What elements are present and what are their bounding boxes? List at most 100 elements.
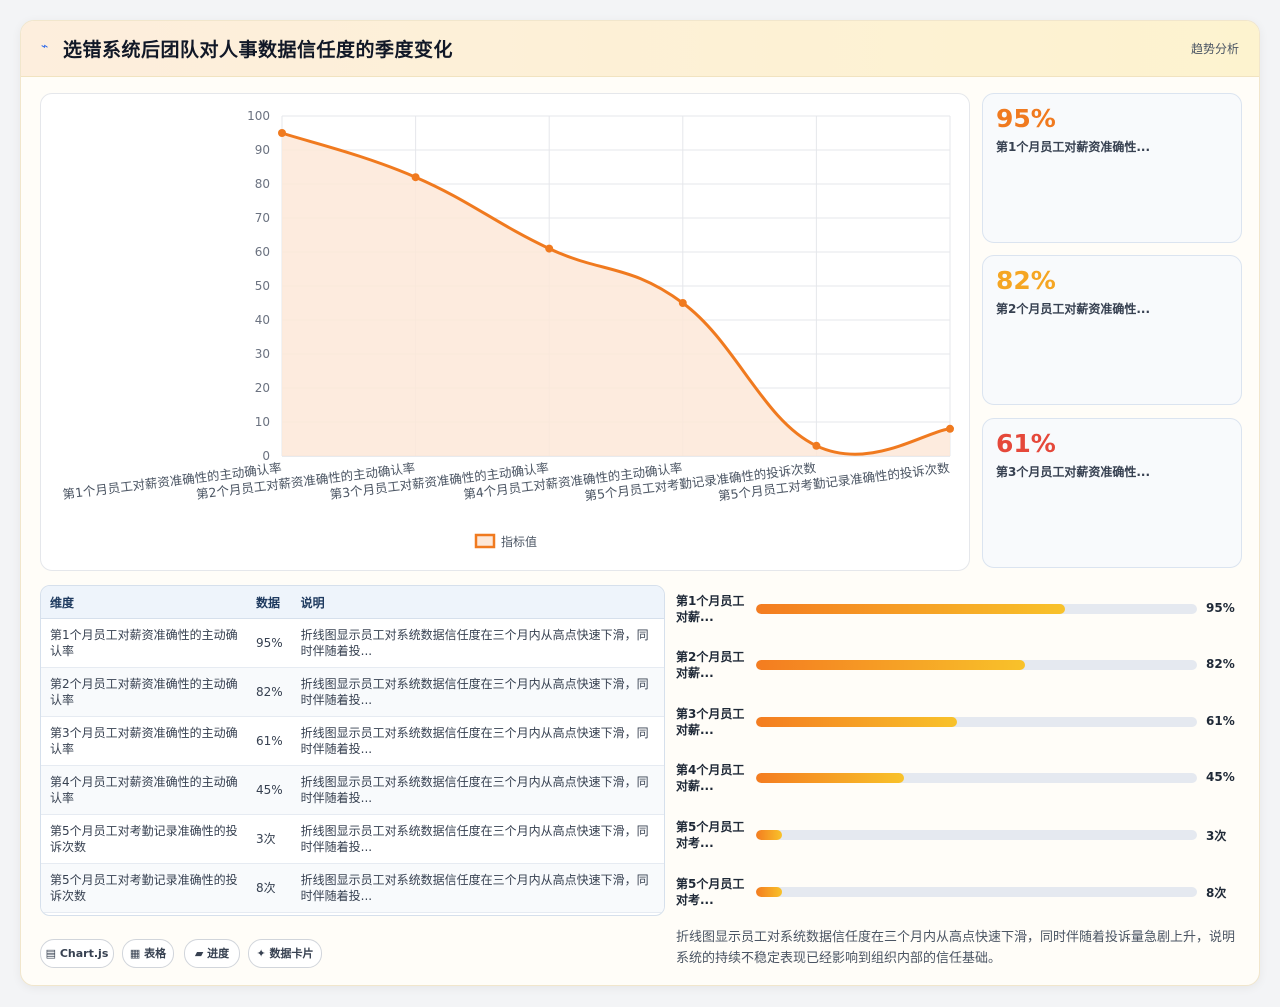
chip-label: Chart.js: [59, 947, 109, 960]
y-tick-label: 70: [255, 211, 270, 225]
table-row: 第1个月员工对薪资准确性的主动确认率 95% 折线图显示员工对系统数据信任度在三…: [41, 618, 664, 668]
legend-swatch: [474, 533, 496, 549]
y-tick-label: 30: [255, 347, 270, 361]
progress-row: 第2个月员工对薪... 82%: [676, 649, 1246, 689]
progress-track: [756, 717, 1197, 727]
row-value: 45%: [247, 765, 292, 815]
progress-label: 第1个月员工对薪...: [676, 594, 745, 624]
chip-label: 表格: [144, 947, 167, 960]
line-chart: 0102030405060708090100第1个月员工对薪资准确性的主动确认率…: [62, 109, 954, 549]
legend-label: 指标值: [501, 534, 537, 549]
row-dimension: 第1个月员工对薪资准确性的主动确认率: [41, 618, 247, 668]
progress-value: 3次: [1206, 829, 1227, 843]
progress-icon: ▰: [194, 947, 208, 960]
data-point: [411, 173, 420, 182]
row-value: 61%: [247, 716, 292, 766]
stat-card-1: 95% 第1个月员工对薪资准确性...: [982, 93, 1242, 243]
page-title: 选错系统后团队对人事数据信任度的季度变化: [63, 39, 454, 61]
progress-row: 第5个月员工对考... 8次: [676, 876, 1246, 916]
y-tick-label: 90: [255, 143, 270, 157]
row-description: 折线图显示员工对系统数据信任度在三个月内从高点快速下滑，同时伴随着投...: [291, 765, 664, 815]
row-value: 95%: [247, 618, 292, 668]
progress-label: 第3个月员工对薪...: [676, 707, 745, 737]
progress-fill: [756, 660, 1025, 670]
progress-fill: [756, 773, 904, 783]
table-row: 第4个月员工对薪资准确性的主动确认率 45% 折线图显示员工对系统数据信任度在三…: [41, 765, 664, 815]
progress-track: [756, 604, 1197, 614]
column-header-dimension[interactable]: 维度: [41, 586, 247, 619]
y-tick-label: 40: [255, 313, 270, 327]
stat-value: 82%: [996, 266, 1056, 295]
row-dimension: 第3个月员工对薪资准确性的主动确认率: [41, 716, 247, 766]
stat-label: 第1个月员工对薪资准确性...: [996, 140, 1151, 154]
table-row: 第5个月员工对考勤记录准确性的投诉次数 8次 折线图显示员工对系统数据信任度在三…: [41, 863, 664, 913]
y-tick-label: 60: [255, 245, 270, 259]
table-row: 第5个月员工对考勤记录准确性的投诉次数 3次 折线图显示员工对系统数据信任度在三…: [41, 814, 664, 864]
progress-row: 第5个月员工对考... 3次: [676, 819, 1246, 859]
table-header-row: 维度 数据 说明: [41, 586, 664, 619]
row-description: 折线图显示员工对系统数据信任度在三个月内从高点快速下滑，同时伴随着投...: [291, 863, 664, 913]
row-description: 折线图显示员工对系统数据信任度在三个月内从高点快速下滑，同时伴随着投...: [291, 716, 664, 766]
y-tick-label: 20: [255, 381, 270, 395]
progress-value: 45%: [1206, 770, 1235, 784]
data-point: [812, 441, 821, 450]
dashboard-card: ⌁ 选错系统后团队对人事数据信任度的季度变化 趋势分析 0 10 20 30 40 50 6…: [20, 20, 1260, 986]
progress-value: 95%: [1206, 601, 1235, 615]
y-tick-label: 100: [247, 109, 270, 123]
header-bar: ⌁ 选错系统后团队对人事数据信任度的季度变化 趋势分析: [21, 21, 1259, 77]
progress-fill: [756, 887, 783, 897]
progress-row: 第1个月员工对薪... 95%: [676, 593, 1246, 633]
line-chart-panel: 0 10 20 30 40 50 60 70 80 90 100 第1个月员工对薪资准确性的主动确认率…: [40, 93, 970, 571]
row-value: 3次: [247, 814, 292, 864]
progress-value: 61%: [1206, 714, 1235, 728]
stat-value: 61%: [996, 429, 1056, 458]
chart-icon: ▤: [45, 947, 60, 960]
row-description: 折线图显示员工对系统数据信任度在三个月内从高点快速下滑，同时伴随着投...: [291, 667, 664, 717]
progress-value: 8次: [1206, 886, 1227, 900]
chip-progress[interactable]: ▰ 进度: [184, 939, 240, 968]
row-description: 折线图显示员工对系统数据信任度在三个月内从高点快速下滑，同时伴随着投...: [291, 814, 664, 864]
progress-label: 第4个月员工对薪...: [676, 763, 745, 793]
column-header-description[interactable]: 说明: [291, 586, 664, 619]
progress-row: 第4个月员工对薪... 45%: [676, 762, 1246, 802]
table-row: 第2个月员工对薪资准确性的主动确认率 82% 折线图显示员工对系统数据信任度在三…: [41, 667, 664, 717]
stat-value: 95%: [996, 104, 1056, 133]
summary-note: 折线图显示员工对系统数据信任度在三个月内从高点快速下滑，同时伴随着投诉量急剧上升…: [676, 930, 1236, 966]
progress-track: [756, 660, 1197, 670]
progress-row: 第3个月员工对薪... 61%: [676, 706, 1246, 746]
data-table: 维度 数据 说明 第1个月员工对薪资准确性的主动确认率 95% 折线图显示员工对…: [40, 585, 665, 916]
row-value: 82%: [247, 667, 292, 717]
stat-card-2: 82% 第2个月员工对薪资准确性...: [982, 255, 1242, 405]
chip-label: 数据卡片: [269, 947, 314, 960]
data-point: [545, 244, 554, 253]
stat-card-3: 61% 第3个月员工对薪资准确性...: [982, 418, 1242, 568]
column-header-data[interactable]: 数据: [247, 586, 292, 619]
chip-table[interactable]: ▦ 表格: [122, 939, 174, 968]
series-area: [282, 133, 950, 456]
stat-label: 第2个月员工对薪资准确性...: [996, 302, 1151, 316]
chip-data-card[interactable]: ✦ 数据卡片: [248, 939, 322, 968]
y-tick-label: 80: [255, 177, 270, 191]
row-dimension: 第5个月员工对考勤记录准确性的投诉次数: [41, 863, 247, 913]
sparkle-icon: ✦: [256, 947, 270, 960]
y-tick-label: 10: [255, 415, 270, 429]
progress-fill: [756, 830, 783, 840]
chip-label: 进度: [207, 947, 230, 960]
row-dimension: 第4个月员工对薪资准确性的主动确认率: [41, 765, 247, 815]
pulse-icon: ⌁: [41, 39, 49, 53]
data-point: [678, 299, 687, 307]
row-value: 8次: [247, 863, 292, 913]
progress-label: 第5个月员工对考...: [676, 820, 745, 850]
row-description: 折线图显示员工对系统数据信任度在三个月内从高点快速下滑，同时伴随着投...: [291, 618, 664, 668]
progress-track: [756, 887, 1197, 897]
data-point: [946, 424, 954, 433]
progress-fill: [756, 717, 957, 727]
table-icon: ▦: [129, 947, 145, 960]
row-dimension: 第5个月员工对考勤记录准确性的投诉次数: [41, 814, 247, 864]
chip-chartjs[interactable]: ▤ Chart.js: [40, 939, 114, 968]
stat-label: 第3个月员工对薪资准确性...: [996, 465, 1151, 479]
progress-value: 82%: [1206, 657, 1235, 671]
trend-analysis-label[interactable]: 趋势分析: [1191, 40, 1239, 57]
progress-fill: [756, 604, 1065, 614]
progress-track: [756, 773, 1197, 783]
